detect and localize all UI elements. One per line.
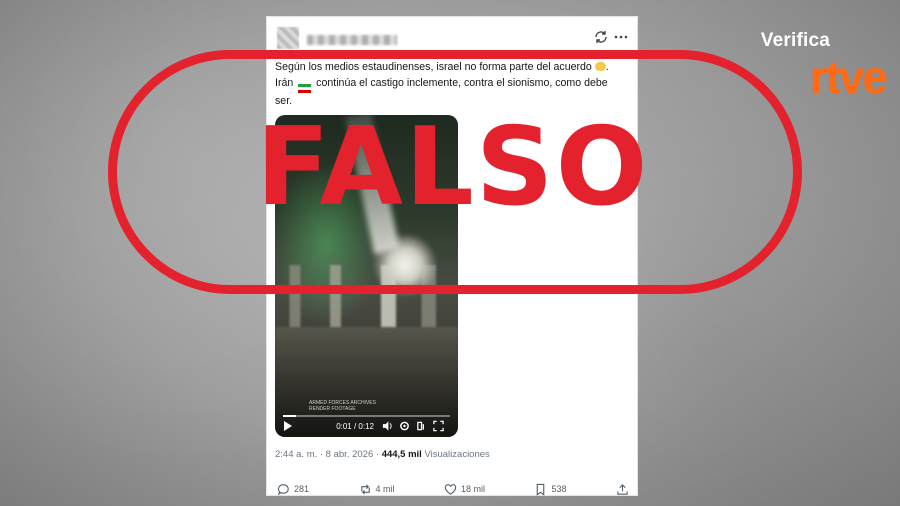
tweet-actions: 281 4 mil 18 mil 538	[277, 481, 629, 497]
blurred-username	[307, 35, 397, 45]
avatar[interactable]	[277, 27, 299, 49]
like-count: 18 mil	[460, 484, 485, 494]
views-count: 444,5 mil	[381, 449, 422, 460]
translate-icon[interactable]	[593, 29, 609, 45]
tweet-meta: 2:44 a. m. · 8 abr. 2026 · 444,5 mil Vis…	[275, 449, 490, 460]
views-label: Visualizaciones	[424, 449, 490, 460]
expand-icon[interactable]	[433, 420, 444, 432]
brand-verifica: Verifica	[760, 30, 830, 51]
repost-count: 4 mil	[375, 484, 395, 494]
tweet-header	[277, 25, 629, 51]
like-icon	[444, 483, 457, 495]
rtve-logo: rtve	[809, 51, 888, 103]
reply-count: 281	[294, 484, 310, 494]
video-controls: 0:01 / 0:12	[275, 415, 458, 437]
reply-button[interactable]: 281	[277, 483, 309, 496]
settings-icon[interactable]	[399, 420, 410, 432]
play-icon[interactable]	[283, 420, 293, 432]
brand-logo: Verifica rtve	[761, 30, 888, 103]
like-button[interactable]: 18 mil	[444, 483, 485, 496]
video-watermark: ARMED FORCES ARCHIVES RENDER FOOTAGE	[309, 400, 376, 412]
bookmark-icon	[537, 483, 545, 496]
bookmark-button[interactable]: 538	[534, 483, 567, 496]
falso-label: FALSO	[256, 105, 650, 230]
repost-icon	[360, 483, 370, 495]
tweet-timestamp[interactable]: 2:44 a. m. · 8 abr. 2026 ·	[275, 449, 379, 460]
volume-icon[interactable]	[382, 420, 393, 432]
bookmark-count: 538	[551, 484, 567, 494]
video-time: 0:01 / 0:12	[336, 421, 374, 431]
more-icon[interactable]	[613, 29, 629, 45]
fullscreen-icon[interactable]	[416, 420, 427, 432]
watermark-line2: RENDER FOOTAGE	[309, 406, 356, 412]
reply-icon	[277, 483, 289, 496]
repost-button[interactable]: 4 mil	[359, 483, 395, 496]
share-button[interactable]	[616, 483, 629, 496]
share-icon	[617, 483, 628, 495]
